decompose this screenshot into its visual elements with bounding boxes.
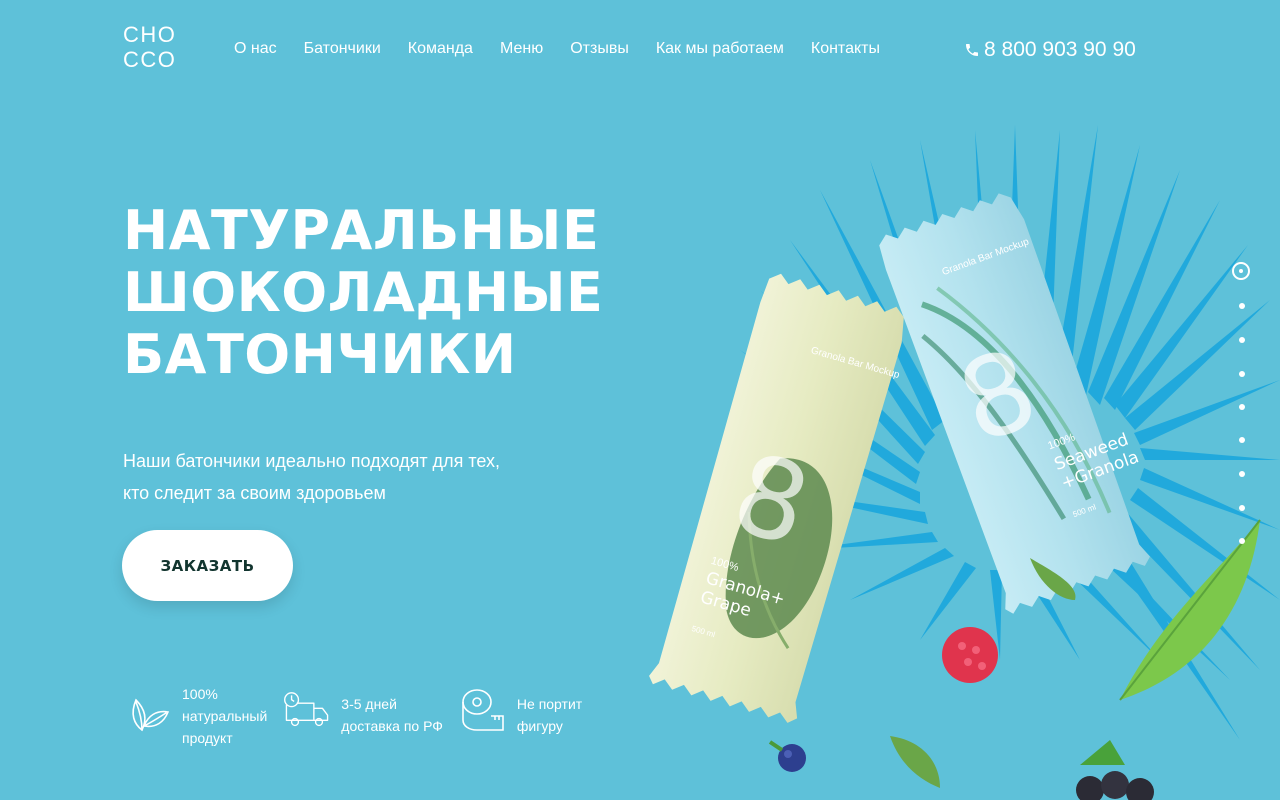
nav-item-contacts[interactable]: Контакты — [811, 40, 880, 58]
feature-figure: Не портит фигуру — [459, 683, 582, 749]
measuring-tape-icon — [462, 689, 504, 731]
hero-title-line3: БАТОНЧИКИ — [123, 323, 517, 386]
slider-dot-3[interactable] — [1239, 337, 1245, 343]
slider-dot-8[interactable] — [1239, 505, 1245, 511]
slider-dot-1[interactable] — [1232, 262, 1250, 280]
feature-figure-text: Не портит фигуру — [516, 696, 583, 734]
granola-grape-bar: Granola Bar Mockup 8 100% Granola+ Grape… — [649, 273, 904, 723]
slider-dot-2[interactable] — [1239, 303, 1245, 309]
phone-icon — [966, 44, 978, 56]
phone-link[interactable]: 8 800 903 90 90 — [964, 38, 1136, 62]
order-button[interactable]: ЗАКАЗАТЬ — [122, 530, 293, 601]
feature-delivery-text: 3-5 дней доставка по РФ — [341, 696, 443, 734]
nav-item-how-we-work[interactable]: Как мы работаем — [656, 40, 784, 58]
feature-delivery: 3-5 дней доставка по РФ — [283, 683, 443, 749]
hero-title: НАТУРАЛЬНЫЕ ШОКОЛАДНЫЕ БАТОНЧИКИ — [123, 200, 603, 386]
features-list: 100% натуральный продукт 3-5 дней достав… — [124, 683, 582, 749]
slider-dot-9[interactable] — [1239, 538, 1245, 544]
blackberry — [1076, 740, 1154, 800]
phone-number: 8 800 903 90 90 — [984, 38, 1136, 61]
hero-title-line2: ШОКОЛАДНЫЕ — [123, 261, 604, 324]
feature-natural: 100% натуральный продукт — [124, 683, 267, 749]
slider-dot-6[interactable] — [1239, 437, 1245, 443]
leaf-icon — [132, 698, 170, 732]
slider-dot-5[interactable] — [1239, 404, 1245, 410]
nav-item-menu[interactable]: Меню — [500, 40, 543, 58]
main-nav: О нас Батончики Команда Меню Отзывы Как … — [234, 40, 880, 58]
nav-item-team[interactable]: Команда — [408, 40, 473, 58]
nav-item-reviews[interactable]: Отзывы — [570, 40, 629, 58]
logo[interactable]: CHO CCO — [123, 22, 183, 72]
delivery-truck-icon — [284, 692, 329, 727]
nav-item-about[interactable]: О нас — [234, 40, 277, 58]
hero-illustration: Granola Bar Mockup 8 100% Granola+ Grape… — [649, 125, 1280, 800]
hero-subtitle: Наши батончики идеально подходят для тех… — [123, 451, 500, 503]
raspberry — [942, 627, 998, 683]
nav-item-bars[interactable]: Батончики — [304, 40, 381, 58]
slider-dot-4[interactable] — [1239, 371, 1245, 377]
hero-title-line1: НАТУРАЛЬНЫЕ — [123, 199, 600, 262]
feature-natural-text: 100% натуральный продукт — [182, 686, 268, 746]
blueberry — [768, 740, 806, 772]
slider-dot-7[interactable] — [1239, 471, 1245, 477]
